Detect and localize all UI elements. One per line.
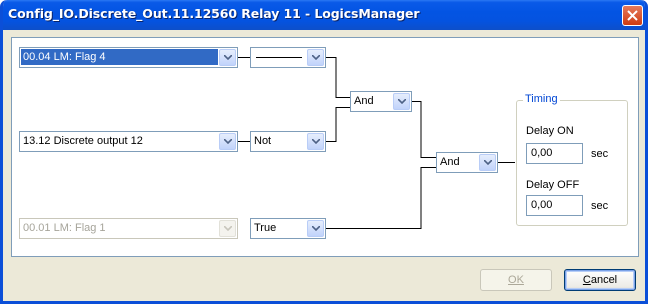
close-button[interactable] — [622, 5, 643, 26]
cancel-button-label: Cancel — [582, 274, 618, 286]
input-combo-3: 00.01 LM: Flag 1 — [19, 218, 238, 239]
logic-panel: 00.04 LM: Flag 4 13.12 Discrete output 1… — [11, 37, 639, 257]
modifier-2-value: Not — [254, 135, 272, 147]
window-title: Config_IO.Discrete_Out.11.12560 Relay 11… — [8, 6, 420, 21]
operator-2-value: And — [440, 156, 460, 168]
dropdown-arrow-icon[interactable] — [307, 133, 324, 150]
dropdown-arrow-icon[interactable] — [307, 49, 324, 66]
operator-combo-2[interactable]: And — [436, 152, 498, 173]
delay-off-label: Delay OFF — [526, 179, 580, 191]
ok-button-label: OK — [508, 274, 524, 286]
operator-combo-1[interactable]: And — [350, 91, 412, 112]
cancel-button[interactable]: Cancel — [564, 269, 636, 291]
dropdown-arrow-icon[interactable] — [219, 133, 236, 150]
pass-through-line-icon — [256, 57, 302, 58]
input-1-value: 00.04 LM: Flag 4 — [21, 49, 218, 65]
modifier-combo-1[interactable] — [250, 47, 326, 68]
input-combo-2[interactable]: 13.12 Discrete output 12 — [19, 131, 238, 152]
input-combo-1[interactable]: 00.04 LM: Flag 4 — [19, 47, 238, 68]
operator-1-value: And — [354, 95, 374, 107]
dropdown-arrow-icon[interactable] — [307, 220, 324, 237]
modifier-combo-2[interactable]: Not — [250, 131, 326, 152]
input-2-value: 13.12 Discrete output 12 — [23, 135, 143, 147]
delay-on-input[interactable]: 0,00 — [526, 143, 583, 164]
delay-on-label: Delay ON — [526, 125, 574, 137]
timing-groupbox: Timing Delay ON 0,00 sec Delay OFF 0,00 … — [516, 93, 628, 226]
dropdown-arrow-icon[interactable] — [219, 49, 236, 66]
timing-legend: Timing — [523, 93, 560, 105]
dropdown-arrow-icon[interactable] — [479, 154, 496, 171]
modifier-3-value: True — [254, 222, 277, 234]
title-bar[interactable]: Config_IO.Discrete_Out.11.12560 Relay 11… — [3, 0, 645, 30]
dropdown-arrow-icon — [219, 220, 236, 237]
delay-off-unit: sec — [591, 200, 609, 212]
ok-button[interactable]: OK — [480, 269, 552, 291]
logicsmanager-dialog: Config_IO.Discrete_Out.11.12560 Relay 11… — [0, 0, 648, 304]
delay-off-input[interactable]: 0,00 — [526, 195, 583, 216]
modifier-combo-3[interactable]: True — [250, 218, 326, 239]
input-3-value: 00.01 LM: Flag 1 — [23, 222, 106, 234]
delay-on-unit: sec — [591, 148, 609, 160]
close-icon — [627, 10, 638, 21]
dropdown-arrow-icon[interactable] — [393, 93, 410, 110]
